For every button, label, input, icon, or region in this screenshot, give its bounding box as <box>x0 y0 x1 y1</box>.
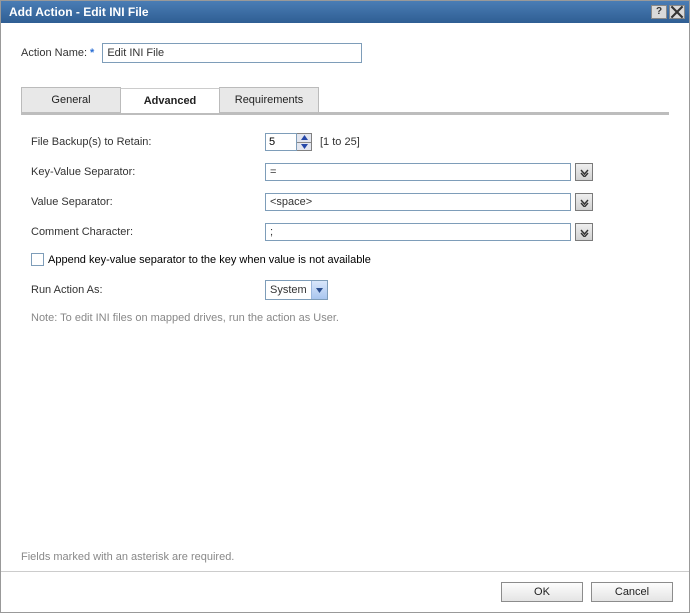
dialog: Add Action - Edit INI File ? Action Name… <box>0 0 690 613</box>
tab-requirements[interactable]: Requirements <box>219 87 319 112</box>
chevron-down-icon[interactable] <box>311 281 327 299</box>
value-separator-combo <box>265 193 593 211</box>
cancel-button[interactable]: Cancel <box>591 582 673 602</box>
help-button[interactable]: ? <box>651 5 667 19</box>
backup-row: File Backup(s) to Retain: [1 to 25] <box>31 133 659 151</box>
append-separator-label: Append key-value separator to the key wh… <box>48 254 371 266</box>
run-as-select[interactable]: System <box>265 280 328 300</box>
append-separator-row: Append key-value separator to the key wh… <box>31 253 659 266</box>
required-fields-note: Fields marked with an asterisk are requi… <box>21 551 669 563</box>
backup-input[interactable] <box>265 133 297 151</box>
comment-char-dropdown-button[interactable] <box>575 223 593 241</box>
kv-separator-input[interactable] <box>265 163 571 181</box>
run-as-row: Run Action As: System <box>31 280 659 300</box>
backup-spinner <box>297 133 312 151</box>
comment-char-input[interactable] <box>265 223 571 241</box>
action-name-input[interactable] <box>102 43 362 63</box>
action-name-label: Action Name: <box>21 47 87 59</box>
dialog-title: Add Action - Edit INI File <box>9 5 649 19</box>
value-separator-label: Value Separator: <box>31 196 265 208</box>
run-as-label: Run Action As: <box>31 284 265 296</box>
value-separator-dropdown-button[interactable] <box>575 193 593 211</box>
append-separator-checkbox[interactable] <box>31 253 44 266</box>
comment-char-row: Comment Character: <box>31 223 659 241</box>
run-as-note: Note: To edit INI files on mapped drives… <box>31 312 659 324</box>
kv-separator-label: Key-Value Separator: <box>31 166 265 178</box>
dialog-footer: OK Cancel <box>1 571 689 612</box>
tab-general[interactable]: General <box>21 87 121 112</box>
comment-char-label: Comment Character: <box>31 226 265 238</box>
kv-separator-row: Key-Value Separator: <box>31 163 659 181</box>
comment-char-combo <box>265 223 593 241</box>
close-button[interactable] <box>669 5 685 19</box>
backup-range: [1 to 25] <box>320 136 360 148</box>
backup-label: File Backup(s) to Retain: <box>31 136 265 148</box>
action-name-row: Action Name: * <box>21 43 669 63</box>
tab-advanced[interactable]: Advanced <box>120 88 220 113</box>
spinner-up-icon[interactable] <box>297 134 311 142</box>
kv-separator-dropdown-button[interactable] <box>575 163 593 181</box>
value-separator-row: Value Separator: <box>31 193 659 211</box>
tab-bar: General Advanced Requirements <box>21 87 669 115</box>
ok-button[interactable]: OK <box>501 582 583 602</box>
dialog-content: Action Name: * General Advanced Requirem… <box>1 23 689 571</box>
run-as-value: System <box>270 284 307 296</box>
kv-separator-combo <box>265 163 593 181</box>
titlebar: Add Action - Edit INI File ? <box>1 1 689 23</box>
tab-body-advanced: File Backup(s) to Retain: [1 to 25] Key-… <box>21 115 669 334</box>
required-asterisk: * <box>90 47 94 59</box>
spinner-down-icon[interactable] <box>297 142 311 151</box>
value-separator-input[interactable] <box>265 193 571 211</box>
